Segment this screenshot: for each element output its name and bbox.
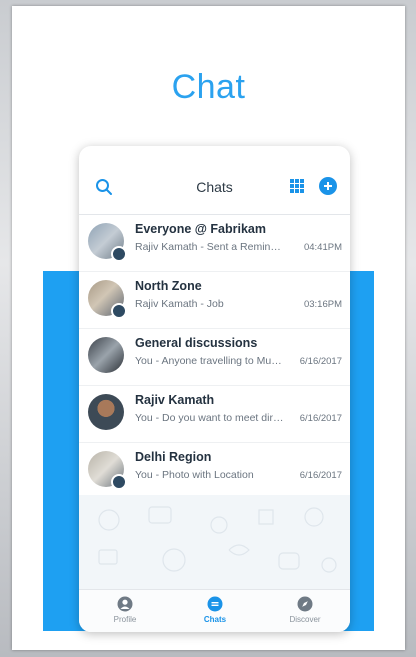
- chat-time: 6/16/2017: [299, 413, 342, 424]
- chat-preview: You - Anyone travelling to Mumbai...: [135, 355, 285, 367]
- tab-profile[interactable]: Profile: [95, 596, 155, 624]
- plus-icon: [324, 182, 332, 190]
- promo-card: Chat Chats Everyone @ Fabrikam Rajiv Kam…: [12, 6, 405, 650]
- group-icon: [111, 474, 127, 490]
- tab-chats[interactable]: Chats: [185, 596, 245, 624]
- chat-icon: [207, 596, 223, 612]
- bottom-tab-bar: Profile Chats Discover: [79, 589, 350, 632]
- chat-time: 6/16/2017: [299, 356, 342, 367]
- chats-header: Chats: [79, 146, 350, 215]
- avatar: [88, 394, 124, 430]
- avatar: [88, 337, 124, 373]
- group-icon: [111, 246, 127, 262]
- chat-row[interactable]: North Zone Rajiv Kamath - Job 03:16PM: [79, 272, 350, 329]
- tab-label: Discover: [289, 615, 321, 624]
- grid-icon[interactable]: [289, 178, 305, 194]
- new-chat-button[interactable]: [319, 177, 337, 195]
- chat-time: 6/16/2017: [299, 470, 342, 481]
- header-title: Chats: [196, 179, 233, 195]
- group-icon: [111, 303, 127, 319]
- chat-row[interactable]: Delhi Region You - Photo with Location 6…: [79, 443, 350, 500]
- chat-preview: Rajiv Kamath - Job: [135, 298, 224, 310]
- chat-row[interactable]: Rajiv Kamath You - Do you want to meet d…: [79, 386, 350, 443]
- doodle-pattern: [98, 506, 337, 573]
- background-pattern: [79, 495, 350, 590]
- profile-icon: [117, 596, 133, 612]
- chat-preview: You - Do you want to meet directly...: [135, 412, 285, 424]
- chat-preview: Rajiv Kamath - Sent a Reminder: [135, 241, 285, 253]
- chat-row[interactable]: Everyone @ Fabrikam Rajiv Kamath - Sent …: [79, 215, 350, 272]
- chat-title: Delhi Region: [135, 450, 212, 464]
- tab-label: Profile: [113, 615, 137, 624]
- chat-list: Everyone @ Fabrikam Rajiv Kamath - Sent …: [79, 215, 350, 500]
- tab-discover[interactable]: Discover: [275, 596, 335, 624]
- chat-title: Rajiv Kamath: [135, 393, 215, 407]
- chat-title: Everyone @ Fabrikam: [135, 222, 266, 236]
- chat-row[interactable]: General discussions You - Anyone travell…: [79, 329, 350, 386]
- chat-preview: You - Photo with Location: [135, 469, 254, 481]
- chat-time: 03:16PM: [303, 299, 342, 310]
- chat-time: 04:41PM: [303, 242, 342, 253]
- chat-title: North Zone: [135, 279, 202, 293]
- compass-icon: [297, 596, 313, 612]
- phone-screen: Chats Everyone @ Fabrikam Rajiv Kamath -…: [79, 146, 350, 632]
- chat-title: General discussions: [135, 336, 258, 350]
- tab-label: Chats: [203, 615, 227, 624]
- hero-title: Chat: [171, 68, 246, 106]
